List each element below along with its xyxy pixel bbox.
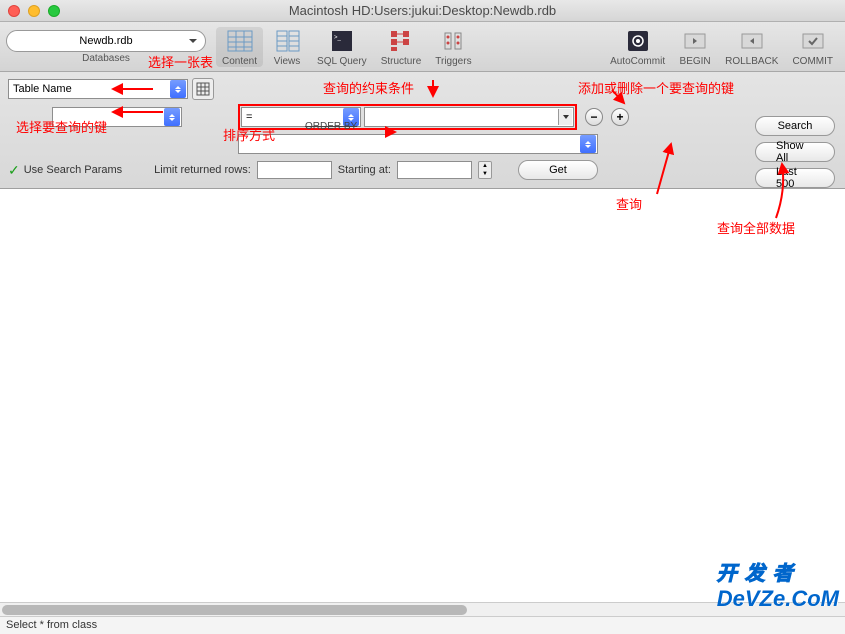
watermark: 开发者 DeVZe.CoM [717, 557, 839, 612]
use-search-params-checkbox[interactable]: ✓ Use Search Params [8, 162, 122, 179]
starting-input[interactable] [397, 161, 472, 179]
key-select[interactable] [52, 107, 182, 127]
chevron-updown-icon [170, 80, 186, 98]
results-area [0, 189, 845, 599]
value-combo[interactable] [364, 107, 574, 127]
add-condition-button[interactable]: + [611, 108, 629, 126]
commit-icon [797, 27, 829, 55]
limit-label: Limit returned rows: [154, 164, 251, 176]
chevron-updown-icon [580, 135, 596, 153]
remove-condition-button[interactable]: − [585, 108, 603, 126]
window-title: Macintosh HD:Users:jukui:Desktop:Newdb.r… [0, 3, 845, 18]
views-icon [271, 27, 303, 55]
starting-stepper[interactable]: ▲ ▼ [478, 161, 492, 179]
last-500-button[interactable]: Last 500 [755, 168, 835, 188]
tab-views[interactable]: Views [265, 27, 309, 67]
rollback-icon [736, 27, 768, 55]
filters-panel: Table Name = − + ORDER BY [0, 72, 845, 189]
chevron-down-icon[interactable]: ▼ [479, 170, 491, 178]
toolbar: Newdb.rdb Databases Content Views >_ SQL… [0, 22, 845, 72]
tab-structure[interactable]: Structure [375, 27, 428, 67]
limit-input[interactable] [257, 161, 332, 179]
grid-button[interactable] [192, 78, 214, 100]
chevron-down-icon [558, 109, 572, 125]
order-by-label: ORDER BY [305, 121, 357, 132]
content-icon [224, 27, 256, 55]
commit-button[interactable]: COMMIT [786, 27, 839, 67]
structure-icon [385, 27, 417, 55]
search-button[interactable]: Search [755, 116, 835, 136]
tab-sql-query[interactable]: >_ SQL Query [311, 27, 373, 67]
starting-label: Starting at: [338, 164, 391, 176]
tab-triggers[interactable]: Triggers [429, 27, 477, 67]
get-button[interactable]: Get [518, 160, 598, 180]
chevron-up-icon[interactable]: ▲ [479, 162, 491, 170]
begin-icon [679, 27, 711, 55]
show-all-button[interactable]: Show All [755, 142, 835, 162]
titlebar: Macintosh HD:Users:jukui:Desktop:Newdb.r… [0, 0, 845, 22]
scrollbar-thumb[interactable] [2, 605, 467, 615]
tab-content[interactable]: Content [216, 27, 263, 67]
sql-icon: >_ [326, 27, 358, 55]
status-bar: Select * from class [0, 616, 845, 634]
rollback-button[interactable]: ROLLBACK [719, 27, 784, 67]
svg-text:>_: >_ [334, 35, 342, 41]
checkmark-icon: ✓ [8, 162, 20, 179]
autocommit-button[interactable]: AutoCommit [604, 27, 671, 67]
database-dropdown[interactable]: Newdb.rdb [6, 30, 206, 52]
triggers-icon [437, 27, 469, 55]
gear-icon [622, 27, 654, 55]
status-text: Select * from class [6, 619, 97, 631]
table-name-select[interactable]: Table Name [8, 79, 188, 99]
chevron-updown-icon [164, 108, 180, 126]
order-by-select[interactable] [238, 134, 598, 154]
begin-button[interactable]: BEGIN [673, 27, 717, 67]
database-label: Databases [82, 53, 130, 64]
condition-group: = [238, 104, 577, 130]
